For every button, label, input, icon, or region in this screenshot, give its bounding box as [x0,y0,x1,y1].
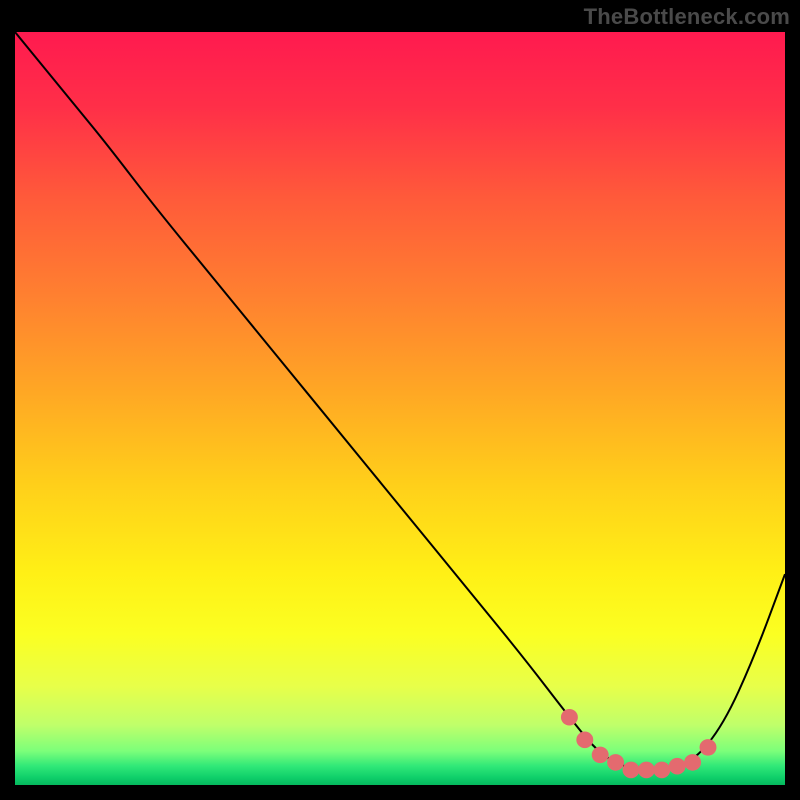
plot-area [15,32,785,785]
highlight-dots [561,709,717,778]
bottleneck-curve [15,32,785,770]
chart-stage: TheBottleneck.com [0,0,800,800]
watermark-text: TheBottleneck.com [584,4,790,30]
chart-curve-layer [15,32,785,785]
